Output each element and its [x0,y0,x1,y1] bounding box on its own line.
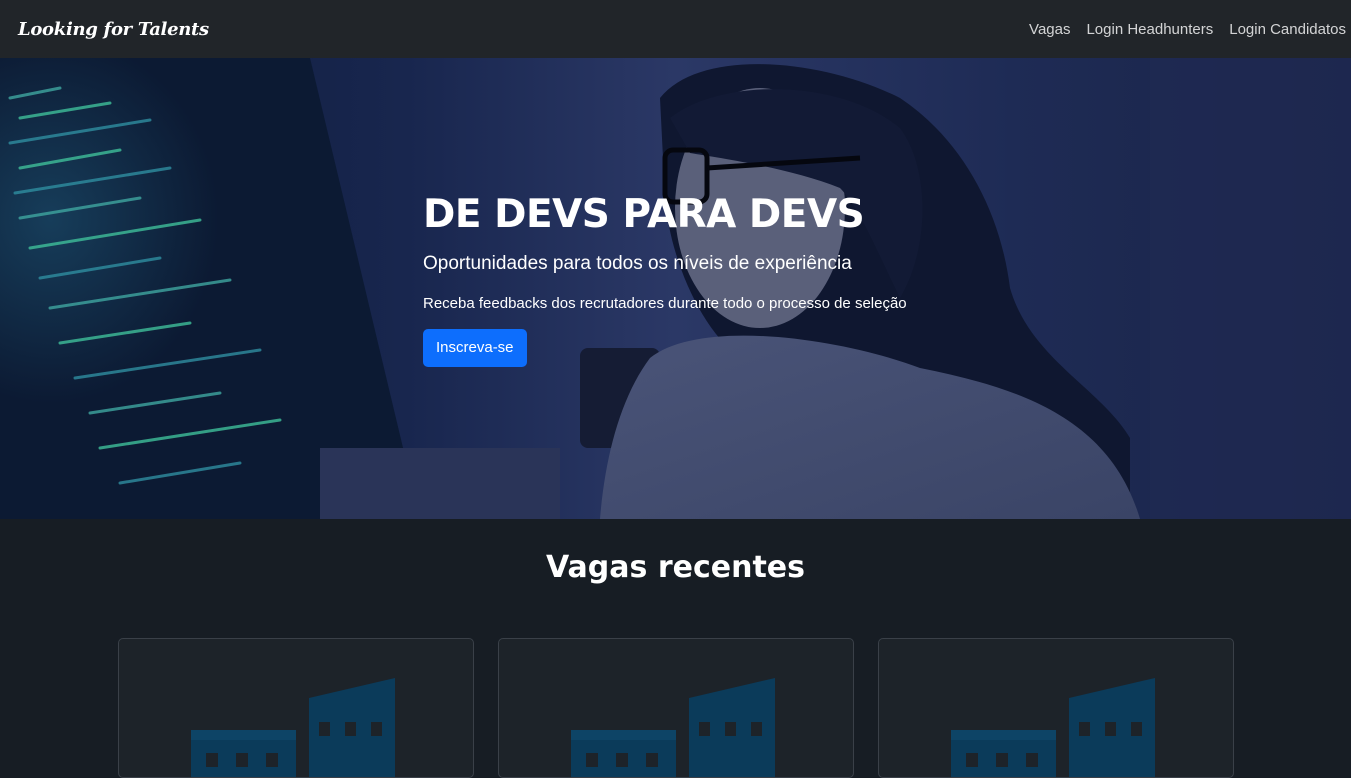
hero-title: DE DEVS PARA DEVS [423,192,865,237]
navbar: Looking for Talents Vagas Login Headhunt… [0,0,1351,58]
building-icon [191,678,395,777]
job-card[interactable] [878,638,1234,778]
building-icon [951,678,1155,777]
brand-logo[interactable]: Looking for Talents [18,19,209,40]
nav-link-vagas[interactable]: Vagas [1029,21,1070,38]
recent-jobs-title: Vagas recentes [545,550,805,585]
nav-link-login-candidatos[interactable]: Login Candidatos [1229,21,1346,38]
nav-links: Vagas Login Headhunters Login Candidatos [1029,21,1346,38]
job-card[interactable] [118,638,474,778]
hero-subtitle: Oportunidades para todos os níveis de ex… [423,252,852,274]
subscribe-button[interactable]: Inscreva-se [423,328,527,367]
hero-lead: Receba feedbacks dos recrutadores durant… [423,294,907,312]
job-card[interactable] [498,638,854,778]
nav-link-login-headhunters[interactable]: Login Headhunters [1086,21,1213,38]
hero-content: DE DEVS PARA DEVS Oportunidades para tod… [423,192,907,367]
hero-banner: DE DEVS PARA DEVS Oportunidades para tod… [0,58,1351,519]
building-icon [571,678,775,777]
